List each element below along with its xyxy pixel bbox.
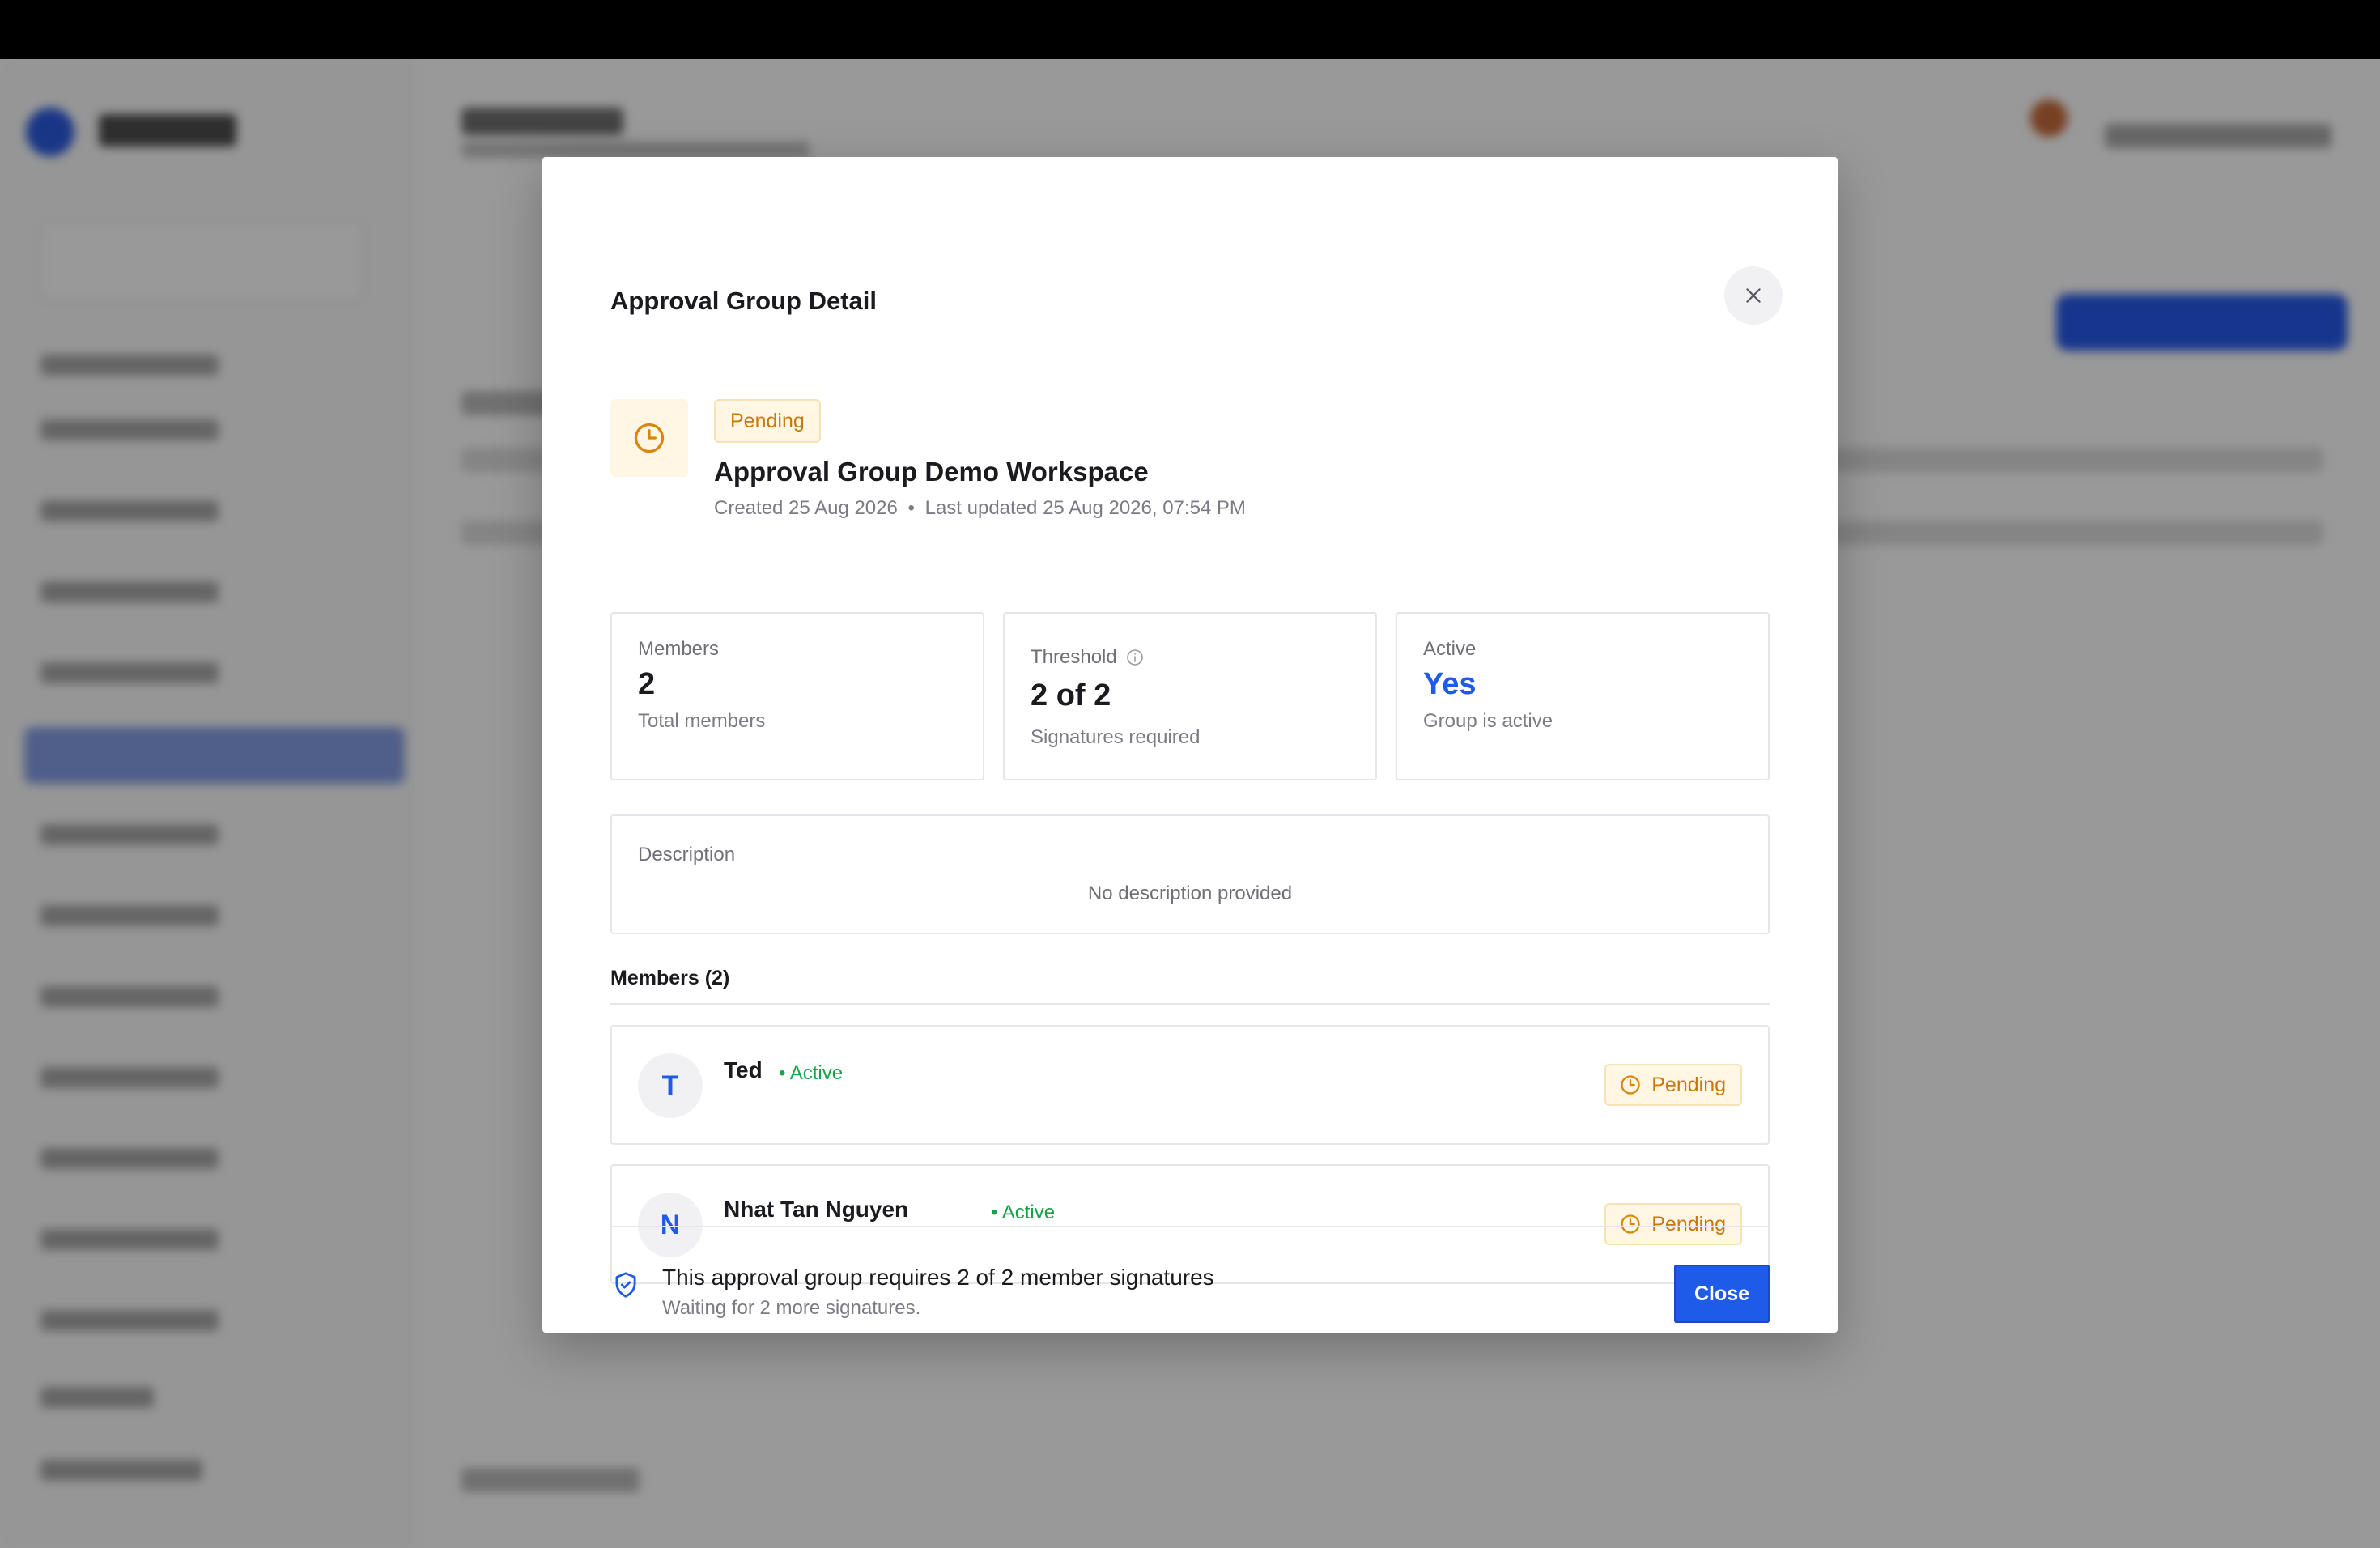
shield-check-icon [615,1272,636,1298]
stat-label: Members [638,638,720,660]
info-icon[interactable] [1125,648,1145,667]
clock-icon [634,423,665,453]
group-name: Approval Group Demo Workspace [714,457,1149,487]
stat-value: 2 of 2 [1031,678,1111,712]
stat-sub: Total members [638,710,766,732]
description-card: Description No description provided [610,814,1770,934]
stat-card-threshold: Threshold 2 of 2 Signatures required [1003,612,1377,780]
stat-label: Threshold [1031,646,1117,668]
clock-icon [1621,1214,1640,1234]
group-timestamps: Created 25 Aug 2026 • Last updated 25 Au… [714,497,1246,520]
member-approval-label: Pending [1651,1212,1726,1235]
close-icon-button[interactable] [1724,266,1783,325]
footer-shield [610,1269,641,1304]
stat-card-active: Active Yes Group is active [1396,612,1770,780]
member-approval-badge: Pending [1604,1203,1742,1245]
stat-label-row: Threshold [1031,646,1349,669]
approval-group-detail-modal: Approval Group Detail Pending Approval G… [542,157,1838,1333]
stat-label: Active [1423,638,1477,660]
footer-subtitle: Waiting for 2 more signatures. [662,1297,921,1319]
member-active-status: • Active [991,1201,1056,1223]
member-approval-badge: Pending [1604,1064,1742,1106]
clock-icon [1621,1075,1640,1095]
member-approval-label: Pending [1651,1073,1726,1096]
close-icon [1746,288,1761,303]
description-empty-text: No description provided [1087,882,1293,904]
stat-sub: Signatures required [1031,726,1201,748]
footer-divider [610,1226,1770,1227]
window-top-bar [0,0,2380,59]
pending-status-icon-box [610,399,688,477]
member-active-status: • Active [779,1062,844,1084]
modal-title: Approval Group Detail [610,287,877,315]
description-label: Description [638,844,736,865]
last-updated-date: Last updated 25 Aug 2026, 07:54 PM [924,497,1246,519]
member-name: Nhat Tan Nguyen [724,1197,909,1222]
members-section-title: Members (2) [610,967,730,989]
stat-value: Yes [1423,667,1477,701]
member-name: Ted [724,1057,763,1082]
close-button[interactable]: Close [1674,1265,1770,1323]
members-divider [610,1003,1770,1005]
avatar: T [638,1053,703,1118]
group-status-badge: Pending [714,399,821,443]
stat-card-members: Members 2 Total members [610,612,984,780]
footer-title: This approval group requires 2 of 2 memb… [662,1265,1214,1290]
stat-value: 2 [638,667,656,701]
member-row: T Ted • Active Pending [610,1025,1770,1145]
meta-separator: • [907,497,915,519]
created-date: Created 25 Aug 2026 [714,497,898,519]
avatar: N [638,1193,703,1257]
stat-sub: Group is active [1423,710,1553,732]
